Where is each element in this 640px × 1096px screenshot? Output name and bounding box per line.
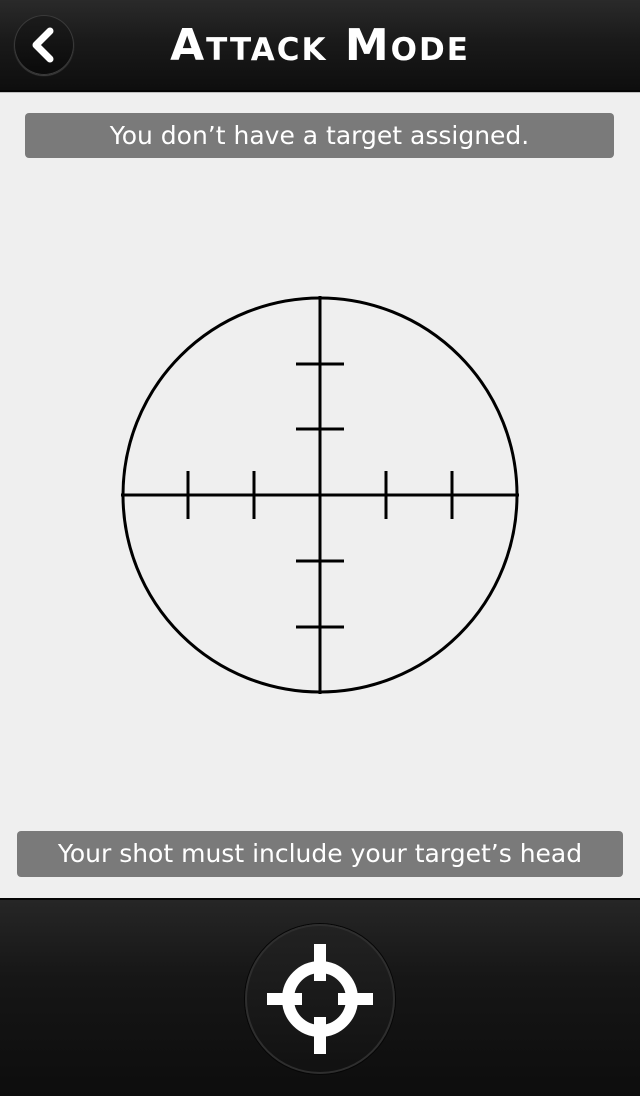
- target-status-banner: You don’t have a target assigned.: [25, 113, 614, 158]
- scope-reticle-icon: [121, 296, 519, 694]
- chevron-left-icon: [32, 27, 54, 63]
- navigation-bar: Attack Mode: [0, 0, 640, 92]
- shoot-button[interactable]: [245, 924, 395, 1074]
- back-button[interactable]: [14, 15, 74, 75]
- page-title: Attack Mode: [170, 20, 470, 71]
- attack-mode-screen: Attack Mode You don’t have a target assi…: [0, 0, 640, 1096]
- shot-instruction-banner: Your shot must include your target’s hea…: [17, 831, 623, 877]
- crosshair-icon: [267, 944, 373, 1054]
